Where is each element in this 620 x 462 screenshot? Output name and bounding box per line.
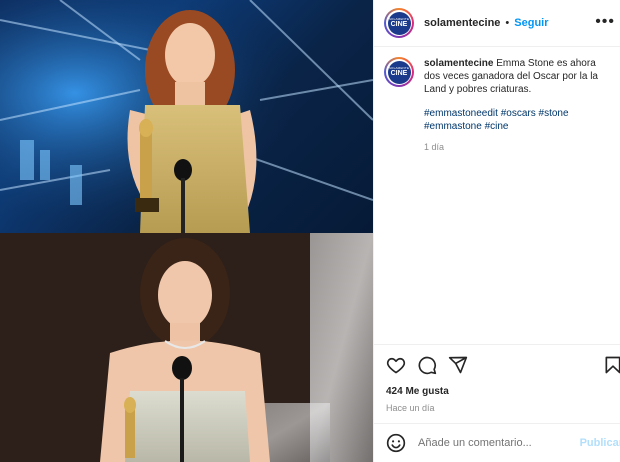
caption-area: SOLAMENTE CINE solamentecine Emma Stone …: [374, 47, 620, 344]
publish-button[interactable]: Publicar: [580, 437, 620, 449]
photo-bottom-oscars-2024: [0, 233, 373, 462]
caption-avatar-ring: SOLAMENTE CINE: [386, 59, 412, 85]
separator-dot: •: [505, 17, 510, 29]
post-header: SOLAMENTE CINE solamentecine • Seguir ••…: [374, 0, 620, 47]
caption-avatar[interactable]: SOLAMENTE CINE: [384, 57, 414, 87]
post-media[interactable]: [0, 0, 373, 462]
caption-username-link[interactable]: solamentecine: [424, 58, 493, 69]
avatar-logo: SOLAMENTE CINE: [387, 11, 411, 35]
caption-row: SOLAMENTE CINE solamentecine Emma Stone …: [384, 57, 611, 154]
caption-body: solamentecine Emma Stone es ahora dos ve…: [424, 57, 611, 154]
bookmark-icon[interactable]: [603, 355, 620, 375]
heart-icon[interactable]: [386, 355, 406, 375]
username-link[interactable]: solamentecine: [424, 17, 500, 29]
caption-hashtags[interactable]: #emmastoneedit #oscars #stone #emmastone…: [424, 107, 611, 133]
photo-top-oscars-2017: [0, 0, 373, 233]
caption-time-ago: 1 día: [424, 142, 445, 152]
post-date: Hace un día: [386, 403, 435, 413]
comment-icon[interactable]: [417, 355, 437, 375]
avatar[interactable]: SOLAMENTE CINE: [384, 8, 414, 38]
caption-avatar-logo: SOLAMENTE CINE: [387, 60, 411, 84]
comment-bar: Publicar: [374, 423, 620, 462]
caption-avatar-logo-line2: CINE: [390, 69, 408, 77]
share-icon[interactable]: [448, 355, 468, 375]
action-bar: [374, 344, 620, 384]
post-side-panel: SOLAMENTE CINE solamentecine • Seguir ••…: [373, 0, 620, 462]
comment-input[interactable]: [418, 437, 568, 449]
instagram-post: SOLAMENTE CINE solamentecine • Seguir ••…: [0, 0, 620, 462]
likes-count[interactable]: 424 Me gusta: [386, 386, 449, 397]
more-options-icon[interactable]: •••: [595, 14, 615, 30]
follow-button[interactable]: Seguir: [514, 17, 548, 29]
caption-text-block: solamentecine Emma Stone es ahora dos ve…: [424, 57, 611, 96]
emoji-icon[interactable]: [386, 433, 406, 453]
avatar-logo-line2: CINE: [390, 20, 408, 28]
avatar-ring: SOLAMENTE CINE: [386, 10, 412, 36]
